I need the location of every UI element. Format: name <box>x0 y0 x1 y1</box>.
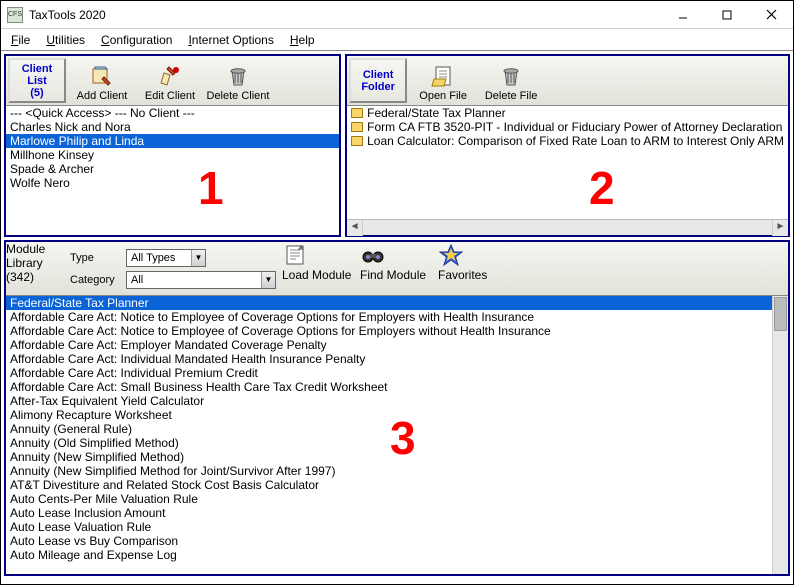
module-filters: Type All Types ▼ Category All ▼ <box>64 242 282 295</box>
menu-file[interactable]: File <box>5 31 36 49</box>
category-combo[interactable]: All ▼ <box>126 271 276 289</box>
star-icon <box>438 242 464 268</box>
open-file-icon <box>430 63 456 89</box>
binoculars-icon <box>360 242 386 268</box>
module-row[interactable]: Affordable Care Act: Individual Premium … <box>6 366 788 380</box>
module-row[interactable]: After-Tax Equivalent Yield Calculator <box>6 394 788 408</box>
scrollbar-thumb[interactable] <box>774 297 787 331</box>
client-list-label-l2: List <box>27 75 47 87</box>
type-label: Type <box>70 252 120 264</box>
module-library-toolbar: Module Library (342) Type All Types ▼ Ca… <box>6 242 788 296</box>
folder-row[interactable]: Loan Calculator: Comparison of Fixed Rat… <box>347 134 788 148</box>
client-row[interactable]: Charles Nick and Nora <box>6 120 339 134</box>
add-client-icon <box>89 63 115 89</box>
folder-row[interactable]: Federal/State Tax Planner <box>347 106 788 120</box>
module-vertical-scrollbar[interactable] <box>772 296 788 574</box>
maximize-button[interactable] <box>705 1 749 29</box>
module-row[interactable]: Affordable Care Act: Notice to Employee … <box>6 324 788 338</box>
client-list[interactable]: --- <Quick Access> --- No Client ---Char… <box>6 106 339 235</box>
module-row[interactable]: Annuity (New Simplified Method) <box>6 450 788 464</box>
client-list-label: Client List (5) <box>8 58 66 103</box>
client-folder-toolbar: Client Folder Open File Delete File <box>347 56 788 106</box>
client-folder-label-l2: Folder <box>361 81 395 93</box>
module-row[interactable]: Affordable Care Act: Employer Mandated C… <box>6 338 788 352</box>
scroll-left-arrow[interactable]: ◄ <box>347 220 363 236</box>
module-row[interactable]: Alimony Recapture Worksheet <box>6 408 788 422</box>
type-combo[interactable]: All Types ▼ <box>126 249 206 267</box>
module-row[interactable]: Annuity (Old Simplified Method) <box>6 436 788 450</box>
module-row[interactable]: Annuity (New Simplified Method for Joint… <box>6 464 788 478</box>
app-icon: CFS <box>7 7 23 23</box>
client-row[interactable]: --- <Quick Access> --- No Client --- <box>6 106 339 120</box>
close-button[interactable] <box>749 1 793 29</box>
module-library-pane: Module Library (342) Type All Types ▼ Ca… <box>4 240 790 576</box>
client-folder-label-l1: Client <box>363 69 394 81</box>
module-library-label: Module Library (342) <box>6 242 64 295</box>
trash-icon <box>498 63 524 89</box>
category-label: Category <box>70 274 120 286</box>
module-row[interactable]: Auto Lease Inclusion Amount <box>6 506 788 520</box>
titlebar: CFS TaxTools 2020 <box>1 1 793 29</box>
folder-row-label: Form CA FTB 3520-PIT - Individual or Fid… <box>367 120 782 134</box>
trash-icon <box>225 63 251 89</box>
folder-horizontal-scrollbar[interactable]: ◄ ► <box>347 219 788 235</box>
client-row[interactable]: Spade & Archer <box>6 162 339 176</box>
menu-internet-options[interactable]: Internet Options <box>182 31 279 49</box>
client-list-toolbar: Client List (5) Add Client Edit Client <box>6 56 339 106</box>
chevron-down-icon: ▼ <box>261 272 275 288</box>
edit-client-icon <box>157 63 183 89</box>
minimize-button[interactable] <box>661 1 705 29</box>
module-row[interactable]: Auto Lease Valuation Rule <box>6 520 788 534</box>
client-list-pane: Client List (5) Add Client Edit Client <box>4 54 341 237</box>
scroll-right-arrow[interactable]: ► <box>772 220 788 236</box>
module-row[interactable]: Affordable Care Act: Notice to Employee … <box>6 310 788 324</box>
folder-icon <box>351 136 363 146</box>
client-folder-label: Client Folder <box>349 58 407 103</box>
client-row[interactable]: Wolfe Nero <box>6 176 339 190</box>
folder-row-label: Loan Calculator: Comparison of Fixed Rat… <box>367 134 784 148</box>
module-row[interactable]: Auto Cents-Per Mile Valuation Rule <box>6 492 788 506</box>
folder-icon <box>351 122 363 132</box>
module-row[interactable]: Annuity (General Rule) <box>6 422 788 436</box>
menubar: File Utilities Configuration Internet Op… <box>1 29 793 51</box>
module-library-label-l1: Module <box>6 242 45 256</box>
module-library-count: (342) <box>6 270 34 284</box>
client-folder-pane: Client Folder Open File Delete File <box>345 54 790 237</box>
folder-icon <box>351 108 363 118</box>
module-row[interactable]: Affordable Care Act: Individual Mandated… <box>6 352 788 366</box>
menu-configuration[interactable]: Configuration <box>95 31 178 49</box>
chevron-down-icon: ▼ <box>191 250 205 266</box>
edit-client-button[interactable]: Edit Client <box>136 56 204 105</box>
add-client-button[interactable]: Add Client <box>68 56 136 105</box>
window-title: TaxTools 2020 <box>29 8 106 22</box>
module-row[interactable]: Auto Mileage and Expense Log <box>6 548 788 562</box>
folder-row-label: Federal/State Tax Planner <box>367 106 506 120</box>
delete-file-button[interactable]: Delete File <box>477 56 545 105</box>
favorites-button[interactable]: Favorites <box>438 242 506 295</box>
client-list-label-l1: Client <box>22 63 53 75</box>
find-module-button[interactable]: Find Module <box>360 242 438 295</box>
open-file-button[interactable]: Open File <box>409 56 477 105</box>
client-row[interactable]: Marlowe Philip and Linda <box>6 134 339 148</box>
module-row[interactable]: Federal/State Tax Planner <box>6 296 788 310</box>
module-row[interactable]: Affordable Care Act: Small Business Heal… <box>6 380 788 394</box>
folder-row[interactable]: Form CA FTB 3520-PIT - Individual or Fid… <box>347 120 788 134</box>
client-folder-list[interactable]: Federal/State Tax PlannerForm CA FTB 352… <box>347 106 788 219</box>
module-row[interactable]: Auto Lease vs Buy Comparison <box>6 534 788 548</box>
module-library-label-l2: Library <box>6 256 43 270</box>
load-module-button[interactable]: Load Module <box>282 242 360 295</box>
module-row[interactable]: AT&T Divestiture and Related Stock Cost … <box>6 478 788 492</box>
load-module-icon <box>282 242 308 268</box>
delete-client-button[interactable]: Delete Client <box>204 56 272 105</box>
menu-help[interactable]: Help <box>284 31 321 49</box>
menu-utilities[interactable]: Utilities <box>40 31 91 49</box>
module-list[interactable]: Federal/State Tax PlannerAffordable Care… <box>6 296 788 574</box>
client-row[interactable]: Millhone Kinsey <box>6 148 339 162</box>
client-list-count: (5) <box>30 87 43 99</box>
